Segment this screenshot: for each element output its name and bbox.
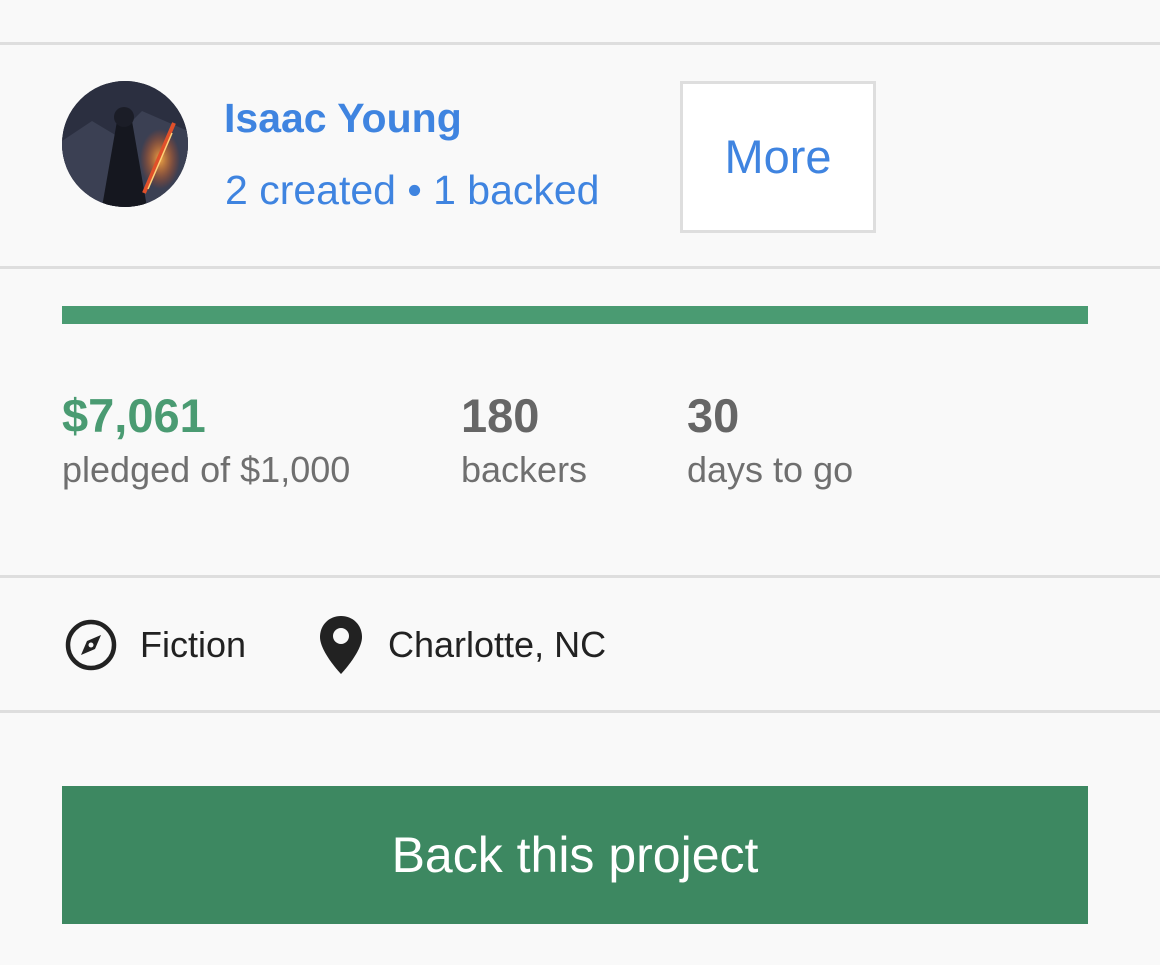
creator-divider (0, 266, 1160, 269)
category-link[interactable]: Fiction (64, 614, 246, 676)
pledged-amount: $7,061 (62, 389, 206, 442)
backers-label: backers (461, 449, 588, 490)
days-count: 30 (687, 389, 740, 442)
pledged-label: pledged of $1,000 (62, 449, 351, 490)
category-label: Fiction (140, 624, 247, 665)
top-divider (0, 42, 1160, 45)
funding-progress-fill (62, 306, 1088, 324)
pledged-stat: $7,061 pledged of $1,000 (62, 388, 350, 492)
backers-stat: 180 backers (461, 388, 587, 492)
location-link[interactable]: Charlotte, NC (318, 614, 606, 676)
funding-progress-bar (62, 306, 1088, 324)
back-this-project-button[interactable]: Back this project (62, 786, 1088, 924)
creator-stats[interactable]: 2 created • 1 backed (225, 166, 600, 214)
meta-divider (0, 710, 1160, 713)
creator-avatar[interactable] (62, 81, 188, 207)
backers-count: 180 (461, 389, 540, 442)
map-pin-icon (320, 616, 362, 674)
compass-icon (65, 619, 117, 671)
more-button[interactable]: More (680, 81, 876, 233)
creator-name[interactable]: Isaac Young (224, 94, 462, 142)
days-label: days to go (687, 449, 854, 490)
avatar-artwork (62, 81, 188, 207)
stats-divider (0, 575, 1160, 578)
days-stat: 30 days to go (687, 388, 853, 492)
location-label: Charlotte, NC (388, 624, 607, 665)
